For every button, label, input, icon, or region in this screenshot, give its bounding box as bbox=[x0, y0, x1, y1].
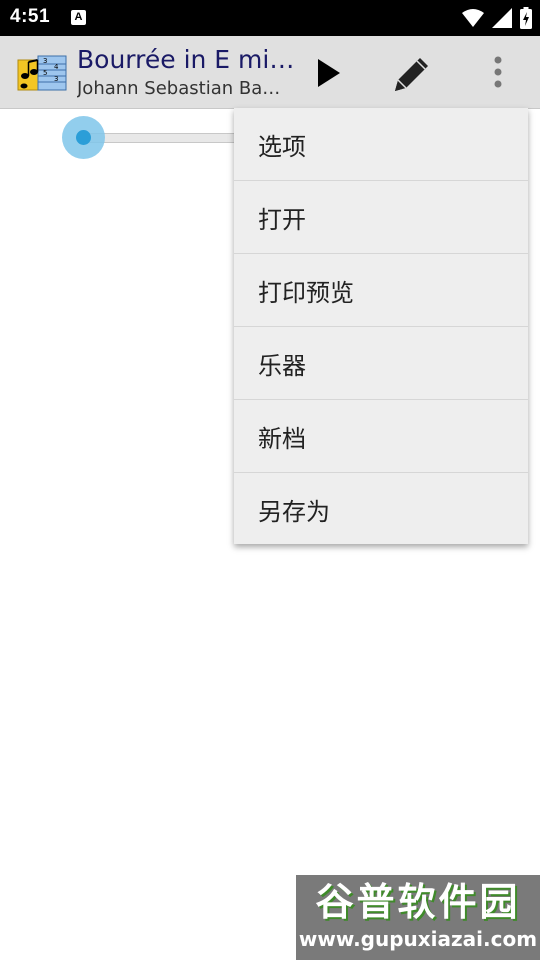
song-title: Bourrée in E mi… bbox=[77, 45, 295, 74]
menu-item-open[interactable]: 打开 bbox=[234, 181, 528, 254]
menu-item-options[interactable]: 选项 bbox=[234, 108, 528, 181]
menu-item-new-file[interactable]: 新档 bbox=[234, 400, 528, 473]
svg-text:3: 3 bbox=[43, 57, 47, 65]
menu-item-save-as[interactable]: 另存为 bbox=[234, 473, 528, 545]
status-bar: 4:51 A bbox=[0, 0, 540, 36]
title-block: Bourrée in E mi… Johann Sebastian Ba… bbox=[77, 44, 297, 101]
edit-button[interactable] bbox=[384, 48, 440, 100]
svg-text:4: 4 bbox=[54, 63, 59, 71]
notification-badge: A bbox=[71, 10, 86, 25]
play-button[interactable] bbox=[306, 52, 352, 94]
wifi-icon bbox=[462, 9, 484, 27]
slider-thumb[interactable] bbox=[76, 130, 91, 145]
svg-text:5: 5 bbox=[43, 69, 47, 77]
playback-slider[interactable] bbox=[62, 116, 242, 160]
play-icon bbox=[318, 59, 340, 87]
battery-charging-icon bbox=[520, 7, 532, 29]
menu-item-print-preview[interactable]: 打印预览 bbox=[234, 254, 528, 327]
overflow-menu: 选项 打开 打印预览 乐器 新档 另存为 bbox=[234, 108, 528, 544]
watermark-url: www.gupuxiazai.com bbox=[298, 927, 538, 951]
more-vert-icon bbox=[494, 56, 502, 88]
watermark-title: 谷普软件园 bbox=[315, 880, 521, 924]
slider-track[interactable] bbox=[82, 133, 242, 143]
status-icons bbox=[462, 6, 532, 30]
app-bar: 3 4 5 3 Bourrée in E mi… Johann Sebastia… bbox=[0, 36, 540, 109]
pencil-icon bbox=[395, 58, 428, 91]
signal-icon bbox=[492, 8, 512, 28]
status-time: 4:51 bbox=[10, 6, 51, 27]
app-logo-icon[interactable]: 3 4 5 3 bbox=[16, 50, 68, 96]
more-options-button[interactable] bbox=[478, 50, 518, 94]
svg-text:3: 3 bbox=[54, 75, 58, 83]
menu-item-instruments[interactable]: 乐器 bbox=[234, 327, 528, 400]
watermark: 谷普软件园 www.gupuxiazai.com bbox=[296, 875, 540, 960]
song-composer: Johann Sebastian Ba… bbox=[77, 78, 281, 99]
